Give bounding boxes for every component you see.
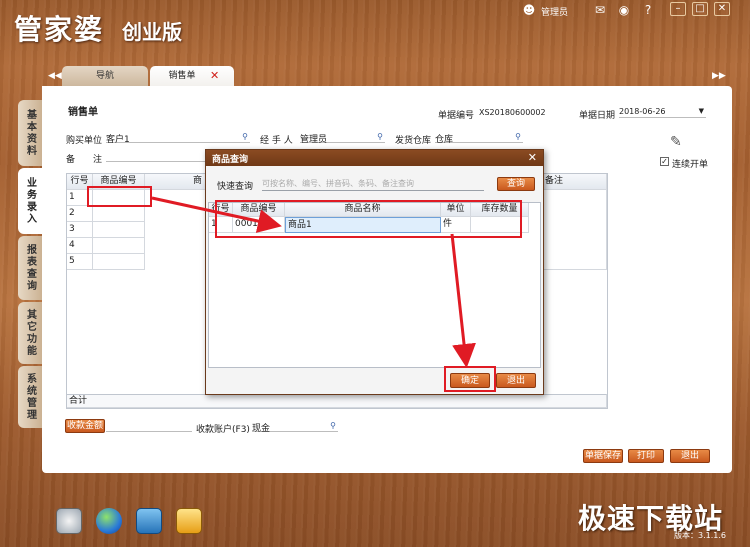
version-label: 版本：3.1.1.6: [674, 531, 726, 540]
arrow-to-ok-button: [450, 233, 476, 368]
settings-icon[interactable]: [56, 508, 82, 534]
browser-globe-icon[interactable]: [96, 508, 122, 534]
user-app-icon[interactable]: [176, 508, 202, 534]
annotation-arrows: [151, 196, 476, 368]
arrow-to-product-row: [151, 196, 282, 233]
window-app-icon[interactable]: [136, 508, 162, 534]
